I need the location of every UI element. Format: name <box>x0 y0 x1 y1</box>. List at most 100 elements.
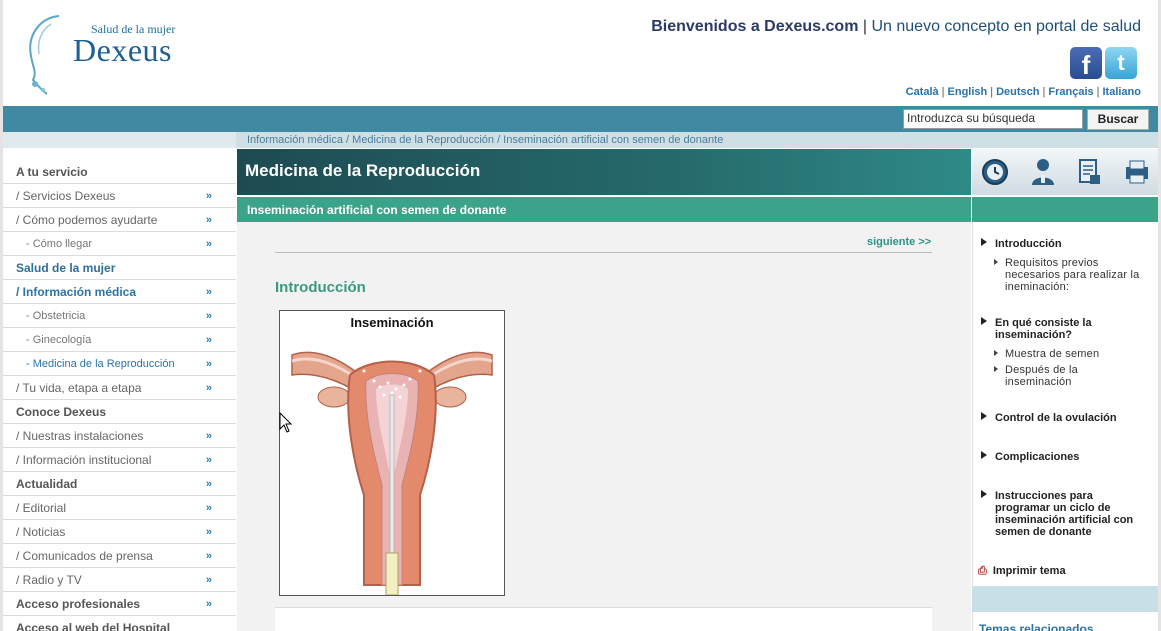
sidebar-item-label: Acceso profesionales <box>16 597 141 611</box>
sidebar-item-como-podemos-ayudarte[interactable]: / Cómo podemos ayudarte » <box>3 208 236 232</box>
toc-item-introduccion[interactable]: Introducción <box>995 238 1145 250</box>
doctor-icon[interactable] <box>1028 157 1058 187</box>
logo-name: Dexeus <box>73 32 172 68</box>
lang-catala[interactable]: Català <box>906 86 939 98</box>
facebook-icon[interactable]: f <box>1070 47 1102 80</box>
toc-subitem-despues[interactable]: Después de la inseminación <box>1005 364 1115 388</box>
double-chevron-icon: » <box>205 334 212 346</box>
sidebar-item-como-llegar[interactable]: - Cómo llegar » <box>3 232 236 256</box>
figure-caption: Inseminación <box>350 315 434 330</box>
related-topics-link[interactable]: Temas relacionados <box>979 622 1094 631</box>
sidebar-item-label: / Radio y TV <box>16 573 82 587</box>
section-title: Medicina de la Reproducción <box>245 161 481 180</box>
arrow-right-icon <box>981 490 987 498</box>
lang-francais[interactable]: Français <box>1048 86 1093 98</box>
bullet-icon <box>994 350 998 356</box>
lang-deutsch[interactable]: Deutsch <box>996 86 1039 98</box>
sidebar-item-label: - Obstetricia <box>26 310 86 322</box>
double-chevron-icon: » <box>205 382 212 394</box>
sidebar-item-ginecologia[interactable]: - Ginecología » <box>3 328 236 352</box>
breadcrumb[interactable]: Información médica / Medicina de la Repr… <box>247 134 723 146</box>
arrow-right-icon <box>981 238 987 246</box>
welcome-strong: Bienvenidos a Dexeus.com <box>651 18 859 35</box>
page: Salud de la mujer Dexeus Bienvenidos a D… <box>3 0 1158 631</box>
logo-profile-icon <box>29 15 60 95</box>
double-chevron-icon: » <box>205 358 212 370</box>
print-topic-link[interactable]: ⎙ Imprimir tema <box>978 565 1066 578</box>
sidebar-item-a-tu-servicio[interactable]: A tu servicio <box>3 160 236 184</box>
double-chevron-icon: » <box>205 310 212 322</box>
sidebar-item-label: / Cómo podemos ayudarte <box>16 213 158 227</box>
section-header: Medicina de la Reproducción <box>237 149 971 195</box>
dexeus-logo[interactable]: Salud de la mujer Dexeus <box>21 10 191 98</box>
uterus-illustration <box>291 351 493 595</box>
printer-icon: ⎙ <box>978 565 987 577</box>
topic-header: Inseminación artificial con semen de don… <box>237 197 971 222</box>
sidebar-item-label: - Ginecología <box>26 334 92 346</box>
double-chevron-icon: » <box>205 430 212 442</box>
sidebar-item-label: Actualidad <box>16 477 78 491</box>
double-chevron-icon: » <box>205 550 212 562</box>
double-chevron-icon: » <box>205 190 212 202</box>
double-chevron-icon: » <box>205 574 212 586</box>
toc-item-instrucciones[interactable]: Instrucciones para programar un ciclo de… <box>995 490 1147 538</box>
sidebar-item-label: / Comunicados de prensa <box>16 549 153 563</box>
double-chevron-icon: » <box>205 526 212 538</box>
search-input[interactable]: Introduzca su búsqueda <box>903 109 1083 129</box>
sidebar-item-actualidad[interactable]: Actualidad » <box>3 472 236 496</box>
arrow-right-icon <box>981 412 987 420</box>
lang-italiano[interactable]: Italiano <box>1102 86 1141 98</box>
sidebar-item-tu-vida[interactable]: / Tu vida, etapa a etapa » <box>3 376 236 400</box>
lang-english[interactable]: English <box>948 86 988 98</box>
sidebar-item-acceso-hospital[interactable]: Acceso al web del Hospital <box>3 616 236 631</box>
sidebar-item-label: / Servicios Dexeus <box>16 189 116 203</box>
twitter-icon[interactable]: t <box>1105 47 1137 79</box>
sidebar-item-label: / Noticias <box>16 525 66 539</box>
search-button[interactable]: Buscar <box>1087 109 1149 130</box>
sidebar-item-comunicados[interactable]: / Comunicados de prensa » <box>3 544 236 568</box>
sidebar-item-editorial[interactable]: / Editorial » <box>3 496 236 520</box>
toc-item-control-ovulacion[interactable]: Control de la ovulación <box>995 412 1145 424</box>
sidebar-item-label: / Nuestras instalaciones <box>16 429 144 443</box>
sidebar-item-label: A tu servicio <box>16 165 88 179</box>
double-chevron-icon: » <box>205 286 212 298</box>
double-chevron-icon: » <box>205 502 212 514</box>
double-chevron-icon: » <box>205 454 212 466</box>
sidebar-item-noticias[interactable]: / Noticias » <box>3 520 236 544</box>
sidebar-item-label: / Información médica <box>16 285 137 299</box>
language-selector: Català | English | Deutsch | Français | Italiano <box>905 86 1141 98</box>
mouse-cursor-icon <box>279 412 293 433</box>
document-icon[interactable] <box>1074 157 1104 187</box>
toc-subitem-requisitos[interactable]: Requisitos previos necesarios para reali… <box>1005 257 1147 293</box>
toc-item-en-que-consiste[interactable]: En qué consiste la inseminación? <box>995 317 1125 341</box>
sidebar-item-radio-tv[interactable]: / Radio y TV » <box>3 568 236 592</box>
divider <box>275 252 932 253</box>
welcome-tagline: Bienvenidos a Dexeus.com | Un nuevo conc… <box>651 18 1141 36</box>
sidebar-item-conoce-dexeus[interactable]: Conoce Dexeus <box>3 400 236 424</box>
sidebar-item-informacion-medica[interactable]: / Información médica » <box>3 280 236 304</box>
sidebar-item-servicios-dexeus[interactable]: / Servicios Dexeus » <box>3 184 236 208</box>
sidebar-item-salud-de-la-mujer[interactable]: Salud de la mujer <box>3 256 236 280</box>
toc-item-complicaciones[interactable]: Complicaciones <box>995 451 1145 463</box>
intro-heading: Introducción <box>275 279 366 296</box>
clock-icon[interactable] <box>980 157 1010 187</box>
toc-subitem-muestra[interactable]: Muestra de semen <box>1005 348 1147 360</box>
bullet-icon <box>994 366 998 372</box>
sidebar-item-label: / Tu vida, etapa a etapa <box>16 381 142 395</box>
double-chevron-icon: » <box>205 598 212 610</box>
sidebar-item-acceso-profesionales[interactable]: Acceso profesionales » <box>3 592 236 616</box>
sidebar-item-label: - Medicina de la Reproducción <box>26 358 175 370</box>
double-chevron-icon: » <box>205 478 212 490</box>
sidebar-item-label: Acceso al web del Hospital <box>16 621 171 631</box>
bullet-icon <box>994 259 998 265</box>
sidebar-item-obstetricia[interactable]: - Obstetricia » <box>3 304 236 328</box>
sidebar-item-medicina-reproduccion[interactable]: - Medicina de la Reproducción » <box>3 352 236 376</box>
sidebar-item-informacion-institucional[interactable]: / Información institucional » <box>3 448 236 472</box>
sidebar-item-nuestras-instalaciones[interactable]: / Nuestras instalaciones » <box>3 424 236 448</box>
content-box <box>275 607 932 631</box>
welcome-rest: Un nuevo concepto en portal de salud <box>871 18 1141 35</box>
insemination-figure: Inseminación <box>279 310 505 596</box>
print-icon[interactable] <box>1122 157 1152 187</box>
sidebar: A tu servicio / Servicios Dexeus » / Cómo… <box>3 160 236 631</box>
next-link[interactable]: siguiente >> <box>867 236 931 248</box>
